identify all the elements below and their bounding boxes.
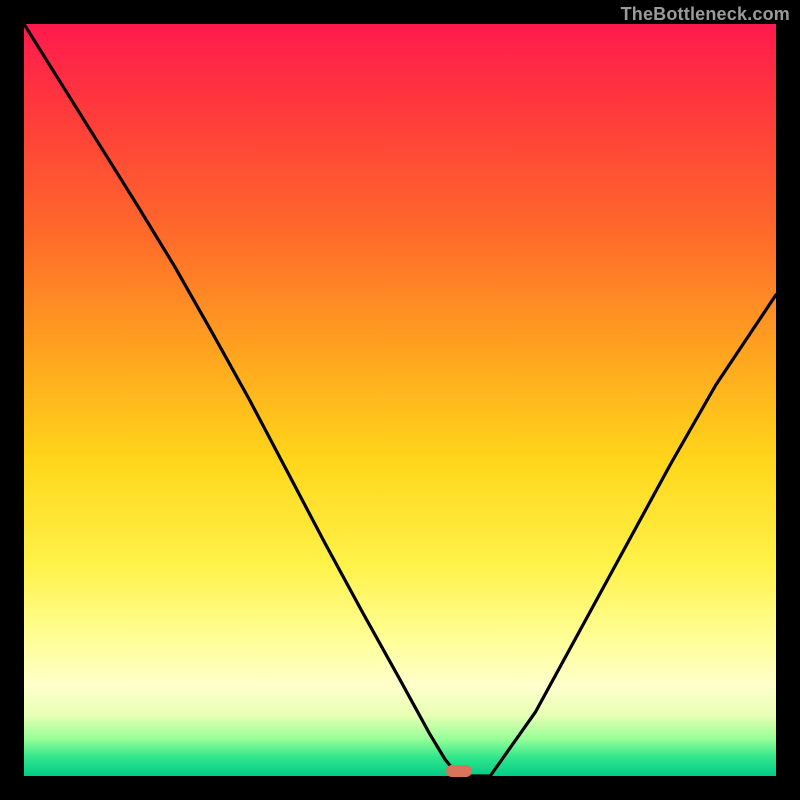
chart-plot-area <box>24 24 776 776</box>
attribution-text: TheBottleneck.com <box>621 4 790 25</box>
chart-frame: TheBottleneck.com <box>0 0 800 800</box>
optimal-indicator-icon <box>446 765 472 777</box>
bottleneck-curve <box>24 24 776 776</box>
